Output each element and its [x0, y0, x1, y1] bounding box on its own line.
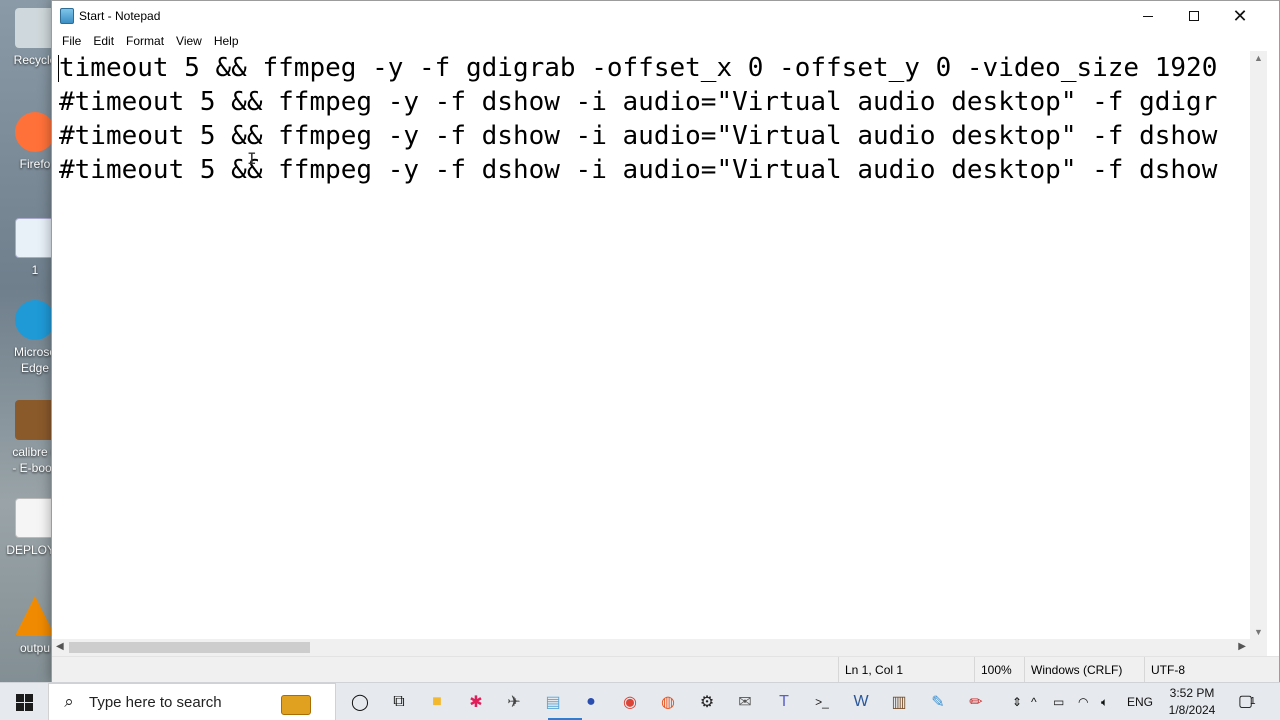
ubuntu-icon[interactable]: ◍ — [656, 690, 680, 714]
recycle-bin-icon — [15, 8, 55, 48]
tray-vertical-arrows-icon: ⇕ — [1012, 695, 1023, 709]
scroll-up-arrow-icon[interactable]: ▲ — [1254, 53, 1263, 63]
vertical-scrollbar[interactable]: ▲ ▼ — [1250, 51, 1267, 639]
search-icon: ⌕ — [64, 692, 74, 711]
clock-date: 1/8/2024 — [1168, 703, 1216, 717]
editor-line: #timeout 5 && ffmpeg -y -f dshow -i audi… — [59, 121, 1218, 151]
document-thumbnail-icon — [15, 218, 55, 258]
editor-line: timeout 5 && ffmpeg -y -f gdigrab -offse… — [59, 53, 1218, 83]
notepad-icon[interactable]: ▤ — [541, 690, 565, 714]
teams-icon[interactable]: T — [772, 690, 796, 714]
clock[interactable]: 3:52 PM 1/8/2024 — [1160, 685, 1224, 719]
scroll-left-arrow-icon[interactable]: ◀ — [56, 641, 64, 652]
battery-icon[interactable]: ▭ — [1053, 683, 1064, 720]
mail-icon[interactable]: ✉ — [733, 690, 757, 714]
close-button[interactable]: ✕ — [1217, 1, 1263, 31]
cursor-position: Ln 1, Col 1 — [838, 657, 903, 683]
encoding: UTF-8 — [1144, 657, 1185, 683]
firefox-icon — [15, 112, 55, 152]
editor-line: #timeout 5 && ffmpeg -y -f dshow -i audi… — [59, 155, 1218, 185]
scrollbar-corner — [1250, 639, 1267, 656]
wifi-icon[interactable]: ◠ — [1078, 683, 1088, 720]
briefcase-icon — [281, 695, 311, 715]
notepad-icon — [60, 8, 74, 24]
taskbar-search-box[interactable]: ⌕ — [48, 683, 336, 720]
paint-icon[interactable]: ✎ — [926, 690, 950, 714]
menu-view[interactable]: View — [170, 31, 208, 51]
search-input[interactable] — [89, 693, 249, 711]
minimize-button[interactable] — [1125, 1, 1171, 31]
pen-icon[interactable]: ✏ — [964, 690, 988, 714]
notification-count: 1 — [1250, 696, 1256, 707]
scroll-down-arrow-icon[interactable]: ▼ — [1254, 627, 1263, 637]
settings-icon[interactable]: ⚙ — [695, 690, 719, 714]
maximize-icon — [1189, 11, 1199, 21]
cortana-icon[interactable]: ◯ — [348, 690, 372, 714]
zoom-level: 100% — [974, 657, 1012, 683]
volume-icon[interactable]: 🔈︎ — [1101, 683, 1108, 720]
menu-file[interactable]: File — [56, 31, 87, 51]
menu-edit[interactable]: Edit — [87, 31, 120, 51]
chrome-icon[interactable]: ◉ — [618, 690, 642, 714]
minimize-icon — [1143, 15, 1153, 17]
title-bar[interactable]: Start - Notepad ✕ — [52, 1, 1279, 31]
editor-line: #timeout 5 && ffmpeg -y -f dshow -i audi… — [59, 87, 1218, 117]
text-editor-area[interactable]: timeout 5 && ffmpeg -y -f gdigrab -offse… — [52, 51, 1250, 639]
maximize-button[interactable] — [1171, 1, 1217, 31]
terminal-icon[interactable]: >_ — [810, 690, 834, 714]
library-icon[interactable]: ▥ — [887, 690, 911, 714]
file-icon — [15, 498, 55, 538]
scroll-right-arrow-icon[interactable]: ▶ — [1238, 641, 1246, 652]
tool-icon[interactable]: ✈ — [502, 690, 526, 714]
edge-icon — [15, 300, 55, 340]
menu-bar: File Edit Format View Help — [52, 31, 1279, 51]
status-bar: Ln 1, Col 1 100% Windows (CRLF) UTF-8 — [52, 656, 1279, 683]
notepad-window: Start - Notepad ✕ File Edit Format View … — [51, 0, 1280, 683]
word-icon[interactable]: W — [849, 690, 873, 714]
line-ending: Windows (CRLF) — [1024, 657, 1122, 683]
calibre-icon — [15, 400, 55, 440]
vlc-icon — [15, 596, 55, 636]
horizontal-scrollbar[interactable]: ◀ ▶ — [52, 639, 1250, 656]
taskbar: ⌕ ◯ ⧉ ■ ✱ ✈ ▤ ● ◉ ◍ ⚙ ✉ T >_ W ▥ ✎ ✏ ⇕ ^ ▭ ◠ 🔈︎ ENG 3:52… — [0, 682, 1280, 720]
recorder-icon[interactable]: ● — [579, 690, 603, 714]
window-title: Start - Notepad — [79, 9, 161, 23]
task-view-icon[interactable]: ⧉ — [387, 690, 411, 714]
menu-help[interactable]: Help — [208, 31, 245, 51]
horizontal-scroll-thumb[interactable] — [69, 642, 310, 653]
slack-icon[interactable]: ✱ — [464, 690, 488, 714]
show-hidden-icons-button[interactable]: ^ — [1031, 683, 1037, 720]
menu-format[interactable]: Format — [120, 31, 170, 51]
windows-logo-icon — [15, 693, 33, 711]
clock-time: 3:52 PM — [1169, 686, 1215, 700]
start-button[interactable] — [0, 683, 48, 720]
ibeam-cursor-icon: I — [247, 149, 257, 168]
language-indicator[interactable]: ENG — [1127, 683, 1153, 720]
file-explorer-icon[interactable]: ■ — [425, 690, 449, 714]
close-icon: ✕ — [1232, 5, 1248, 26]
